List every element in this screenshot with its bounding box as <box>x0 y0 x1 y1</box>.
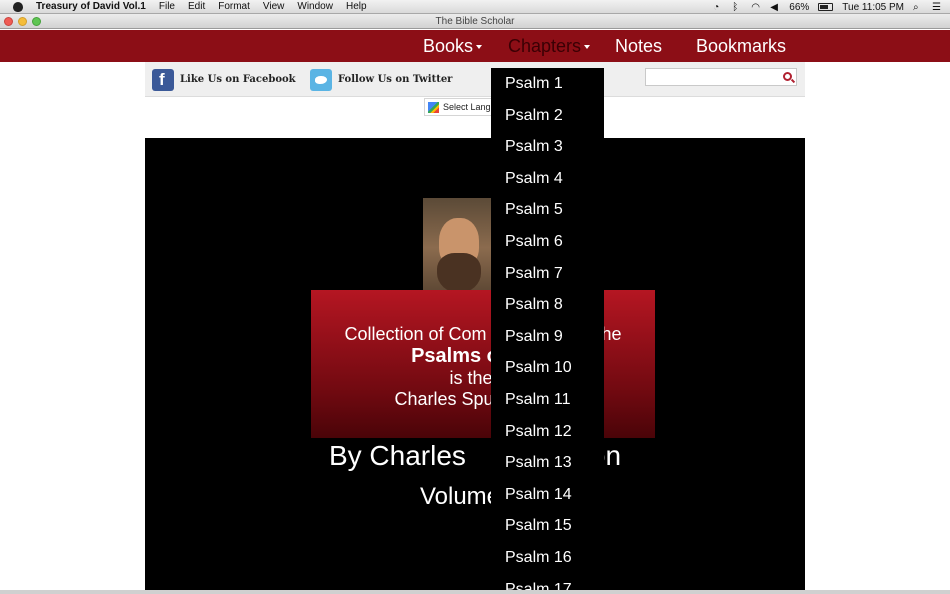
volume-label: Volume <box>419 483 501 510</box>
nav-books-label: Books <box>423 36 474 56</box>
window-controls <box>4 17 41 26</box>
menubar-status-area: ◔ ᛒ ◠ ◀ 66% Tue 11:05 PM ⌕ ☰ <box>713 0 942 14</box>
video-player[interactable]: Collection of Com the Psalms o is the cro… <box>145 138 805 594</box>
volume-icon[interactable]: ◀ <box>770 2 780 13</box>
chapter-item[interactable]: Psalm 7 <box>491 258 604 290</box>
search-icon[interactable] <box>783 72 792 81</box>
facebook-like-link[interactable]: Like Us on Facebook <box>152 68 296 91</box>
notification-center-icon[interactable]: ☰ <box>932 2 942 13</box>
google-translate-icon <box>428 102 439 113</box>
zoom-window-button[interactable] <box>32 17 41 26</box>
chapter-item[interactable]: Psalm 3 <box>491 131 604 163</box>
twitter-icon <box>310 68 332 91</box>
window-titlebar: The Bible Scholar <box>0 14 950 29</box>
bluetooth-icon[interactable]: ᛒ <box>732 2 742 13</box>
window-title: The Bible Scholar <box>435 16 515 27</box>
facebook-icon <box>152 68 174 91</box>
chapter-item[interactable]: Psalm 12 <box>491 416 604 448</box>
menu-app-name[interactable]: Treasury of David Vol.1 <box>36 0 146 14</box>
chapter-item[interactable]: Psalm 4 <box>491 163 604 195</box>
nav-books[interactable]: Books <box>423 30 483 62</box>
menu-help[interactable]: Help <box>346 0 367 14</box>
menu-view[interactable]: View <box>263 0 285 14</box>
chapter-item[interactable]: Psalm 15 <box>491 510 604 542</box>
battery-icon[interactable] <box>818 3 834 11</box>
portrait-beard <box>437 253 481 293</box>
chapter-item[interactable]: Psalm 13 <box>491 447 604 479</box>
spotlight-icon[interactable]: ⌕ <box>913 2 923 13</box>
menu-window[interactable]: Window <box>297 0 333 14</box>
minimize-window-button[interactable] <box>18 17 27 26</box>
chevron-down-icon <box>584 45 591 50</box>
main-navbar: Books Chapters Notes Bookmarks <box>0 30 950 62</box>
nav-bookmarks[interactable]: Bookmarks <box>696 30 786 62</box>
chapter-item[interactable]: Psalm 5 <box>491 194 604 226</box>
search-input[interactable] <box>645 68 797 86</box>
clock[interactable]: Tue 11:05 PM <box>842 2 904 13</box>
menu-file[interactable]: File <box>159 0 175 14</box>
chapter-item[interactable]: Psalm 8 <box>491 289 604 321</box>
twitter-follow-link[interactable]: Follow Us on Twitter <box>310 68 452 91</box>
chapter-item[interactable]: Psalm 9 <box>491 321 604 353</box>
twitter-label: Follow Us on Twitter <box>338 74 453 85</box>
chapters-dropdown: Psalm 1 Psalm 2 Psalm 3 Psalm 4 Psalm 5 … <box>491 68 604 594</box>
battery-percent: 66% <box>789 1 810 13</box>
close-window-button[interactable] <box>4 17 13 26</box>
wifi-icon[interactable]: ◠ <box>751 2 761 13</box>
chapter-item[interactable]: Psalm 16 <box>491 542 604 574</box>
facebook-label: Like Us on Facebook <box>180 74 296 85</box>
chevron-down-icon <box>476 45 483 50</box>
nav-chapters[interactable]: Chapters <box>508 30 591 62</box>
chapter-item[interactable]: Psalm 6 <box>491 226 604 258</box>
chapter-item[interactable]: Psalm 14 <box>491 479 604 511</box>
chapter-item[interactable]: Psalm 11 <box>491 384 604 416</box>
language-select-label: Select Langu <box>443 102 496 112</box>
window-bottom-edge <box>0 590 950 594</box>
nav-notes[interactable]: Notes <box>615 30 662 62</box>
apple-icon[interactable] <box>13 1 23 12</box>
nav-chapters-label: Chapters <box>508 36 582 56</box>
time-machine-icon[interactable]: ◔ <box>713 2 723 13</box>
mac-menubar: Treasury of David Vol.1 File Edit Format… <box>0 0 950 14</box>
author-byline: By Charles on <box>328 440 622 471</box>
chapter-item[interactable]: Psalm 1 <box>491 68 604 100</box>
chapter-item[interactable]: Psalm 10 <box>491 352 604 384</box>
chapter-item[interactable]: Psalm 2 <box>491 100 604 132</box>
social-bar: Like Us on Facebook Follow Us on Twitter <box>145 62 805 97</box>
menu-format[interactable]: Format <box>218 0 250 14</box>
menu-edit[interactable]: Edit <box>188 0 205 14</box>
